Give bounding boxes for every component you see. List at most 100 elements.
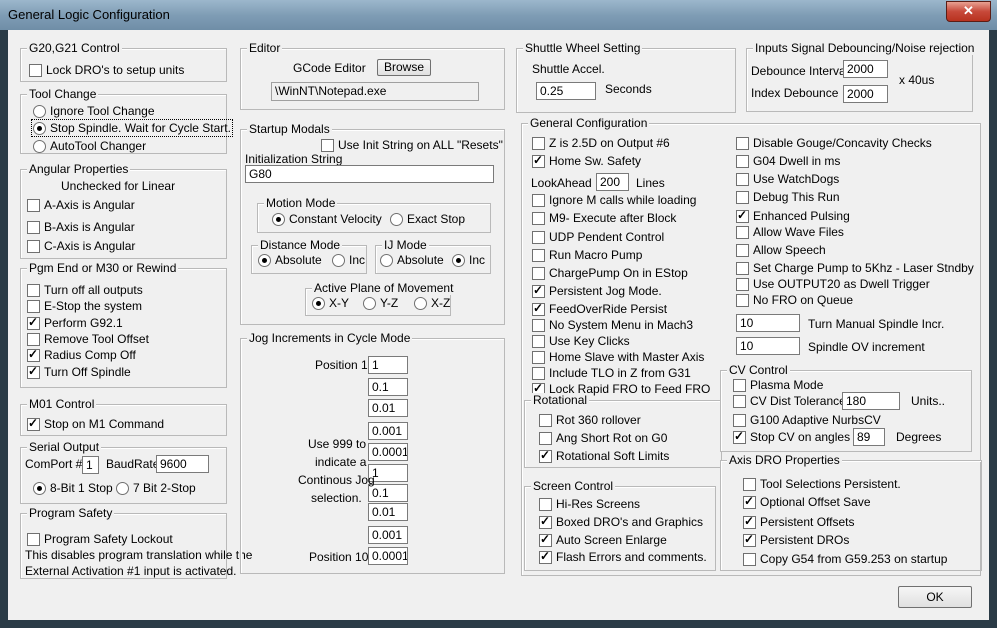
g100-adaptive-checkbox[interactable]: G100 Adaptive NurbsCV xyxy=(733,413,881,427)
c-axis-angular-checkbox[interactable]: C-Axis is Angular xyxy=(27,239,135,253)
copy-g54-checkbox[interactable]: Copy G54 from G59.253 on startup xyxy=(743,552,947,566)
plane-xz-radio[interactable]: X-Z xyxy=(414,296,450,310)
group-label: Editor xyxy=(247,41,283,55)
z-25d-checkbox[interactable]: Z is 2.5D on Output #6 xyxy=(532,136,670,150)
7-bit-radio[interactable]: 7 Bit 2-Stop xyxy=(116,481,196,495)
stop-cv-angles-checkbox[interactable]: Stop CV on angles > xyxy=(733,429,860,444)
boxed-dros-checkbox[interactable]: Boxed DRO's and Graphics xyxy=(539,514,703,529)
safety-note-1: This disables program translation while … xyxy=(25,548,253,562)
udp-pendent-checkbox[interactable]: UDP Pendent Control xyxy=(532,230,664,244)
distance-inc-radio[interactable]: Inc xyxy=(332,253,365,267)
hi-res-screens-checkbox[interactable]: Hi-Res Screens xyxy=(539,497,640,511)
jog-increment-9[interactable]: 0.001 xyxy=(368,526,408,544)
axis-dro-properties-group: Axis DRO Properties Tool Selections Pers… xyxy=(720,453,982,571)
persistent-jog-checkbox[interactable]: Persistent Jog Mode. xyxy=(532,283,662,298)
no-system-menu-checkbox[interactable]: No System Menu in Mach3 xyxy=(532,318,693,332)
jog-increment-4[interactable]: 0.001 xyxy=(368,422,408,440)
8-bit-radio[interactable]: 8-Bit 1 Stop xyxy=(33,481,113,495)
jog-increment-1[interactable]: 1 xyxy=(368,356,408,374)
jog-increment-10[interactable]: 0.0001 xyxy=(368,547,408,565)
turn-off-outputs-checkbox[interactable]: Turn off all outputs xyxy=(27,283,143,297)
no-fro-queue-checkbox[interactable]: No FRO on Queue xyxy=(736,293,853,307)
persistent-dros-checkbox[interactable]: Persistent DROs xyxy=(743,532,849,547)
charge-pump-5khz-checkbox[interactable]: Set Charge Pump to 5Khz - Laser Stndby xyxy=(736,261,974,275)
ok-button[interactable]: OK xyxy=(898,586,972,608)
a-axis-angular-checkbox[interactable]: A-Axis is Angular xyxy=(27,198,135,212)
remove-tool-offset-checkbox[interactable]: Remove Tool Offset xyxy=(27,332,149,346)
feedoverride-persist-checkbox[interactable]: FeedOverRide Persist xyxy=(532,301,667,316)
plane-yz-radio[interactable]: Y-Z xyxy=(363,296,398,310)
use-key-clicks-checkbox[interactable]: Use Key Clicks xyxy=(532,334,630,348)
distance-absolute-radio[interactable]: Absolute xyxy=(258,253,322,267)
init-string-input[interactable]: G80 xyxy=(245,165,494,183)
group-label: CV Control xyxy=(727,363,790,377)
index-debounce-input[interactable]: 2000 xyxy=(843,85,888,103)
jog-increment-2[interactable]: 0.1 xyxy=(368,378,408,396)
g04-dwell-ms-checkbox[interactable]: G04 Dwell in ms xyxy=(736,154,840,168)
ignore-tool-change-radio[interactable]: Ignore Tool Change xyxy=(33,104,155,118)
debug-this-run-checkbox[interactable]: Debug This Run xyxy=(736,190,840,204)
stop-on-m1-checkbox[interactable]: Stop on M1 Command xyxy=(27,416,164,431)
angular-properties-group: Angular Properties Unchecked for Linear … xyxy=(20,162,227,259)
auto-screen-enlarge-checkbox[interactable]: Auto Screen Enlarge xyxy=(539,532,667,547)
cv-dist-tolerance-checkbox[interactable]: CV Dist Tolerance xyxy=(733,394,846,408)
constant-velocity-radio[interactable]: Constant Velocity xyxy=(272,212,382,226)
use-watchdogs-checkbox[interactable]: Use WatchDogs xyxy=(736,172,839,186)
disable-gouge-checkbox[interactable]: Disable Gouge/Concavity Checks xyxy=(736,136,932,150)
m9-execute-checkbox[interactable]: M9- Execute after Block xyxy=(532,211,676,225)
ij-inc-radio[interactable]: Inc xyxy=(452,253,485,267)
ij-absolute-radio[interactable]: Absolute xyxy=(380,253,444,267)
home-slave-checkbox[interactable]: Home Slave with Master Axis xyxy=(532,350,704,364)
exact-stop-radio[interactable]: Exact Stop xyxy=(390,212,465,226)
auto-tool-changer-radio[interactable]: AutoTool Changer xyxy=(33,139,146,153)
include-tlo-checkbox[interactable]: Include TLO in Z from G31 xyxy=(532,366,691,380)
window-title: General Logic Configuration xyxy=(8,7,170,22)
plane-xy-radio[interactable]: X-Y xyxy=(312,296,349,310)
enhanced-pulsing-checkbox[interactable]: Enhanced Pulsing xyxy=(736,208,850,223)
stop-spindle-radio[interactable]: Stop Spindle. Wait for Cycle Start. xyxy=(31,119,233,137)
ignore-m-calls-checkbox[interactable]: Ignore M calls while loading xyxy=(532,193,696,207)
estop-system-checkbox[interactable]: E-Stop the system xyxy=(27,299,142,313)
lock-dro-checkbox[interactable]: Lock DRO's to setup units xyxy=(29,63,184,77)
program-safety-lockout-checkbox[interactable]: Program Safety Lockout xyxy=(27,532,173,546)
rot-360-checkbox[interactable]: Rot 360 rollover xyxy=(539,413,641,427)
plasma-mode-checkbox[interactable]: Plasma Mode xyxy=(733,378,823,392)
ang-short-rot-checkbox[interactable]: Ang Short Rot on G0 xyxy=(539,431,667,445)
spindle-ov-input[interactable]: 10 xyxy=(736,337,800,355)
jog-increment-3[interactable]: 0.01 xyxy=(368,399,408,417)
allow-speech-checkbox[interactable]: Allow Speech xyxy=(736,243,826,257)
jog-increment-8[interactable]: 0.01 xyxy=(368,503,408,521)
dialog-client: G20,G21 Control Lock DRO's to setup unit… xyxy=(8,30,989,620)
flash-errors-checkbox[interactable]: Flash Errors and comments. xyxy=(539,549,707,564)
browse-button[interactable]: Browse xyxy=(377,59,431,76)
chargepump-estop-checkbox[interactable]: ChargePump On in EStop xyxy=(532,266,688,280)
run-macro-pump-checkbox[interactable]: Run Macro Pump xyxy=(532,248,642,262)
tool-selections-persistent-checkbox[interactable]: Tool Selections Persistent. xyxy=(743,477,901,491)
use-init-string-checkbox[interactable]: Use Init String on ALL "Resets" xyxy=(321,138,503,152)
comport-label: ComPort # xyxy=(25,457,83,471)
radius-comp-off-checkbox[interactable]: Radius Comp Off xyxy=(27,347,136,362)
close-icon[interactable]: ✕ xyxy=(946,1,991,22)
b-axis-angular-checkbox[interactable]: B-Axis is Angular xyxy=(27,220,135,234)
turn-manual-spindle-input[interactable]: 10 xyxy=(736,314,800,332)
lookahead-input[interactable]: 200 xyxy=(596,173,629,191)
cv-dist-tolerance-input[interactable]: 180 xyxy=(842,392,900,410)
motion-mode-group: Motion Mode Constant Velocity Exact Stop xyxy=(257,196,491,233)
debounce-interval-input[interactable]: 2000 xyxy=(843,60,888,78)
shuttle-accel-input[interactable]: 0.25 xyxy=(536,82,596,100)
home-sw-safety-checkbox[interactable]: Home Sw. Safety xyxy=(532,153,641,168)
jog-increment-5[interactable]: 0.0001 xyxy=(368,443,408,461)
turn-off-spindle-checkbox[interactable]: Turn Off Spindle xyxy=(27,364,131,379)
debounce-interval-label: Debounce Interval xyxy=(751,64,849,78)
optional-offset-save-checkbox[interactable]: Optional Offset Save xyxy=(743,494,871,509)
use-output20-checkbox[interactable]: Use OUTPUT20 as Dwell Trigger xyxy=(736,277,930,291)
stop-cv-angle-input[interactable]: 89 xyxy=(853,428,885,446)
persistent-offsets-checkbox[interactable]: Persistent Offsets xyxy=(743,514,854,529)
group-label: Active Plane of Movement xyxy=(312,281,456,295)
perform-g92-checkbox[interactable]: Perform G92.1 xyxy=(27,315,123,330)
allow-wave-files-checkbox[interactable]: Allow Wave Files xyxy=(736,225,844,239)
comport-input[interactable]: 1 xyxy=(82,456,99,474)
editor-path-field[interactable]: \WinNT\Notepad.exe xyxy=(271,82,479,101)
rotational-soft-limits-checkbox[interactable]: Rotational Soft Limits xyxy=(539,448,669,463)
baudrate-input[interactable]: 9600 xyxy=(156,455,209,473)
